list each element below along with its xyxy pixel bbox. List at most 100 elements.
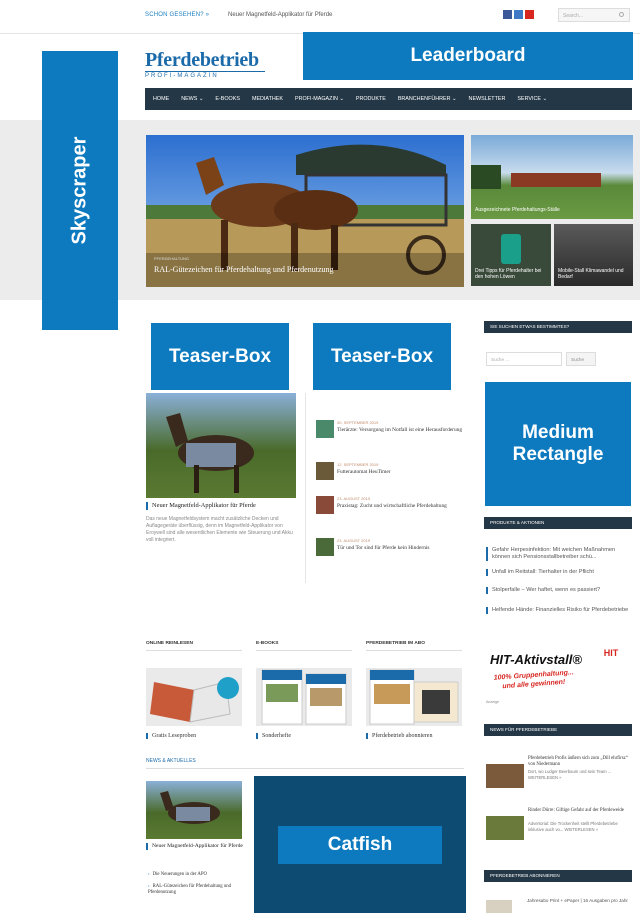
product-link[interactable]: Helfende Hände: Finanzielles Risiko für …	[486, 607, 632, 614]
sidebar-search-input[interactable]: Suche ...	[486, 352, 562, 366]
news-aktuelles-head: NEWS & AKTUELLES	[146, 758, 464, 769]
catfish-ad[interactable]: Catfish	[254, 776, 466, 913]
card-caption-sonderhefte[interactable]: Sonderhefte	[256, 733, 291, 739]
card-caption-leseproben[interactable]: Gratis Leseproben	[146, 733, 196, 739]
sidebar-news-item[interactable]: Rinder Dürre: Giftige Gefahr auf der Pfe…	[486, 808, 632, 850]
news-aktuelles-title[interactable]: Neuer Magnetfeld-Applikator für Pferde	[146, 843, 244, 850]
hero-main-image[interactable]: PFERDEHALTUNG RAL-Gütezeichen für Pferde…	[146, 135, 464, 287]
anzeige-label: Anzeige	[486, 700, 499, 704]
search-icon[interactable]	[619, 12, 624, 17]
hero-side-bl-caption[interactable]: Drei Tipps für Pferdehalter bei den hohe…	[475, 268, 551, 280]
nav-item-profi-magazin[interactable]: PROFI-MAGAZIN ⌄	[295, 96, 344, 102]
hero-side-br-caption[interactable]: Mobile-Stall Klimawandel und Bedarf	[558, 268, 633, 280]
card-head-ebooks: E-BOOKS	[256, 641, 352, 651]
column-divider	[305, 393, 306, 583]
hero-main-caption[interactable]: RAL-Gütezeichen für Pferdehaltung und Pf…	[154, 265, 334, 274]
skyscraper-label: Skyscraper	[68, 136, 91, 245]
list-item-title[interactable]: Praxistag: Zucht und wirtschaftliche Pfe…	[337, 503, 465, 510]
top-search-placeholder: Search...	[563, 13, 584, 19]
card-head-abo: PFERDEBETRIEB IM ABO	[366, 641, 462, 651]
list-item-date: 23. AUGUST 2019	[337, 496, 371, 501]
hero-side-top-caption[interactable]: Ausgezeichnete Pferdehaltungs-Ställe	[475, 207, 560, 213]
list-item[interactable]: 12. SEPTEMBER 2019 Futterautomat HeuTime…	[316, 462, 466, 496]
top-search-input[interactable]: Search...	[558, 8, 630, 22]
news-aktuelles-link[interactable]: Die Neuerungen in der APO	[148, 872, 238, 878]
list-item-title[interactable]: Tierärzte: Versorgung im Notfall ist ein…	[337, 427, 465, 434]
feature-text: Das neue Magnetfeldsystem macht zusätzli…	[146, 516, 293, 543]
nav-item-newsletter[interactable]: NEWSLETTER	[469, 96, 506, 102]
hero-category: PFERDEHALTUNG	[154, 256, 190, 261]
top-bar: SCHON GESEHEN? » Neuer Magnetfeld-Applik…	[0, 0, 640, 34]
main-nav: HOME NEWS ⌄ E-BOOKS MEDIATHEK PROFI-MAGA…	[145, 88, 632, 110]
sidebar-products-head: PRODUKTE & AKTIONEN	[484, 517, 632, 529]
sidebar-news-thumb	[486, 816, 524, 840]
catfish-label-box: Catfish	[278, 825, 442, 864]
hit-ad-title[interactable]: HIT-Aktivstall®	[490, 652, 582, 667]
ebook-covers-image	[261, 669, 347, 725]
skyscraper-ad[interactable]: Skyscraper	[42, 51, 118, 330]
sidebar-news-thumb	[486, 764, 524, 788]
sidebar-search-placeholder: Suche ...	[491, 357, 510, 362]
horse-image	[160, 791, 220, 824]
site-logo[interactable]: Pferdebetrieb PROFI-MAGAZIN	[145, 50, 295, 79]
list-item-title[interactable]: Tür und Tor sind für Pferde kein Hindern…	[337, 545, 465, 552]
list-item-thumb	[316, 496, 334, 514]
list-item-thumb	[316, 420, 334, 438]
hit-ad-slogan: 100% Gruppenhaltung... und alle gewinnen…	[493, 668, 574, 692]
sidebar-news-title[interactable]: Rinder Dürre: Giftige Gefahr auf der Pfe…	[528, 808, 630, 814]
list-item-thumb	[316, 462, 334, 480]
leaderboard-ad[interactable]: Leaderboard	[303, 32, 633, 80]
sidebar-abo-head: PFERDEBETRIEB ABONNIEREN	[484, 870, 632, 882]
logo-subtitle: PROFI-MAGAZIN	[145, 71, 265, 79]
card-image-abo[interactable]	[366, 668, 462, 726]
abo-text[interactable]: Jahresabo Print + ePaper | 16 Ausgaben p…	[527, 898, 631, 904]
sidebar-news-title[interactable]: Pferdebetrieb Profis äußern sich zum „Di…	[528, 756, 630, 768]
card-head-online: ONLINE REINLESEN	[146, 641, 242, 651]
teaser-box-label: Teaser-Box	[168, 345, 272, 367]
list-item-date: 23. AUGUST 2019	[337, 538, 371, 543]
card-image-sonderhefte[interactable]	[256, 668, 352, 726]
nav-item-branchenfuehrer[interactable]: BRANCHENFÜHRER ⌄	[398, 96, 457, 102]
nav-item-mediathek[interactable]: MEDIATHEK	[252, 96, 283, 102]
product-link[interactable]: Gefahr Herpesinfektion: Mit weichen Maßn…	[486, 547, 632, 561]
magazine-image	[150, 677, 239, 723]
news-aktuelles-image[interactable]	[146, 781, 242, 839]
product-link[interactable]: Unfall im Reitstall: Tierhalter in der P…	[486, 569, 632, 576]
nav-item-home[interactable]: HOME	[153, 96, 169, 102]
product-link[interactable]: Stolperfalle – Wer haftet, wenn es passi…	[486, 587, 632, 594]
youtube-icon[interactable]	[525, 10, 534, 19]
nav-item-service[interactable]: SERVICE ⌄	[517, 96, 547, 102]
sidebar-news-item[interactable]: Pferdebetrieb Profis äußern sich zum „Di…	[486, 756, 632, 798]
abo-thumb	[486, 900, 512, 913]
list-item[interactable]: 30. SEPTEMBER 2019 Tierärzte: Versorgung…	[316, 420, 466, 454]
list-item[interactable]: 23. AUGUST 2019 Tür und Tor sind für Pfe…	[316, 538, 466, 572]
nav-item-news[interactable]: NEWS ⌄	[181, 96, 203, 102]
hero-side-bottom-left[interactable]: Drei Tipps für Pferdehalter bei den hohe…	[471, 224, 551, 286]
hit-ad-title-text: HIT-Aktivstall	[490, 652, 573, 667]
feature-image[interactable]	[146, 393, 296, 498]
abo-covers-image	[369, 669, 459, 725]
teaser-box-ad-1[interactable]: Teaser-Box	[151, 323, 289, 390]
schon-gesehen-link[interactable]: SCHON GESEHEN? »	[145, 12, 209, 18]
news-aktuelles-link[interactable]: RAL-Gütezeichen für Pferdehaltung und Pf…	[148, 884, 238, 896]
hero-side-top[interactable]: Ausgezeichnete Pferdehaltungs-Ställe	[471, 135, 633, 219]
teaser-box-ad-2[interactable]: Teaser-Box	[313, 323, 451, 390]
hit-logo: HIT	[603, 648, 619, 658]
list-item-title[interactable]: Futterautomat HeuTimer	[337, 469, 465, 476]
ticker-link[interactable]: Neuer Magnetfeld-Applikator für Pferde	[228, 12, 332, 18]
card-image-leseproben[interactable]	[146, 668, 242, 726]
social-icons	[503, 10, 534, 19]
list-item-date: 12. SEPTEMBER 2019	[337, 462, 379, 467]
facebook-icon[interactable]	[503, 10, 512, 19]
feature-title[interactable]: Neuer Magnetfeld-Applikator für Pferde	[146, 502, 296, 510]
catfish-label: Catfish	[327, 833, 393, 855]
card-caption-abo[interactable]: Pferdebetrieb abonnieren	[366, 733, 432, 739]
sidebar-search-button[interactable]: Suche	[566, 352, 596, 366]
nav-item-ebooks[interactable]: E-BOOKS	[215, 96, 240, 102]
list-item[interactable]: 23. AUGUST 2019 Praxistag: Zucht und wir…	[316, 496, 466, 530]
nav-item-produkte[interactable]: PRODUKTE	[356, 96, 386, 102]
medium-rectangle-ad[interactable]: Medium Rectangle	[485, 382, 631, 506]
mail-icon[interactable]	[514, 10, 523, 19]
sidebar-news-desc: Dort, wo Ludger Beerbaum und sein Team .…	[528, 769, 612, 780]
hero-side-bottom-right[interactable]: Mobile-Stall Klimawandel und Bedarf	[554, 224, 633, 286]
